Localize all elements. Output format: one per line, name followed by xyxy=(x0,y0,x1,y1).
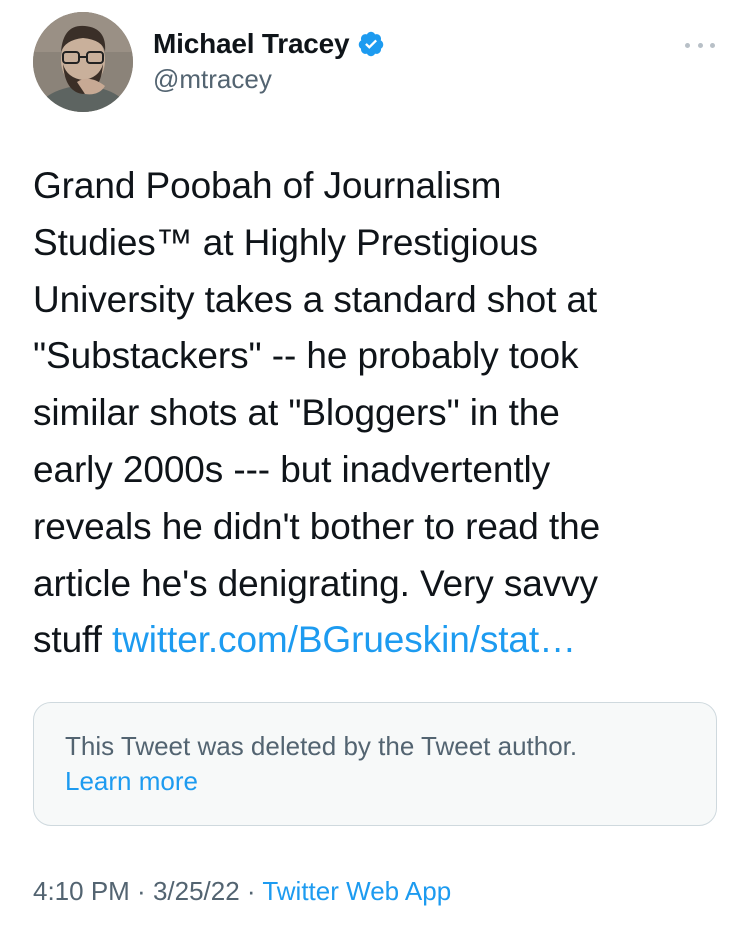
display-name[interactable]: Michael Tracey xyxy=(153,28,350,60)
more-dot xyxy=(685,42,690,48)
deleted-notice: This Tweet was deleted by the Tweet auth… xyxy=(65,729,577,799)
tweet-date[interactable]: 3/25/22 xyxy=(153,876,240,906)
tweet-text-line: "Substackers" -- he probably took xyxy=(33,335,579,377)
meta-separator: · xyxy=(239,876,263,906)
tweet-link[interactable]: twitter.com/BGrueskin/stat… xyxy=(112,619,576,660)
deleted-quote-tweet: This Tweet was deleted by the Tweet auth… xyxy=(33,702,717,826)
tweet-time[interactable]: 4:10 PM xyxy=(33,876,130,906)
avatar-photo xyxy=(33,12,133,112)
tweet-header: Michael Tracey @mtracey xyxy=(33,12,723,112)
author-handle[interactable]: @mtracey xyxy=(153,64,385,95)
verified-badge-icon xyxy=(357,30,385,58)
tweet-metadata: 4:10 PM · 3/25/22 · Twitter Web App xyxy=(33,876,451,907)
tweet-text-prefix: stuff xyxy=(33,619,112,661)
tweet-text-line: Grand Poobah of Journalism xyxy=(33,165,502,206)
tweet: Michael Tracey @mtracey Grand Poobah of … xyxy=(0,0,750,928)
tweet-text-line: article he's denigrating. Very savvy xyxy=(33,562,598,604)
meta-separator: · xyxy=(129,876,153,906)
tweet-text-last-line: stuff twitter.com/BGrueskin/stat… xyxy=(33,612,723,669)
more-dot xyxy=(710,42,715,48)
tweet-text-line: reveals he didn't bother to read the xyxy=(33,505,601,547)
tweet-text-line: early 2000s --- but inadvertently xyxy=(33,448,551,490)
more-dot xyxy=(697,42,703,48)
tweet-source[interactable]: Twitter Web App xyxy=(262,876,451,906)
avatar[interactable] xyxy=(33,12,133,112)
more-options-icon[interactable] xyxy=(685,40,715,50)
display-name-row: Michael Tracey xyxy=(153,26,385,62)
tweet-text: Grand Poobah of Journalism Studies™ at H… xyxy=(33,158,723,669)
deleted-message: This Tweet was deleted by the Tweet auth… xyxy=(65,731,578,761)
tweet-text-line: Studies™ at Highly Prestigious xyxy=(33,221,538,263)
learn-more-link[interactable]: Learn more xyxy=(65,764,577,799)
tweet-text-line: University takes a standard shot at xyxy=(33,278,598,320)
author-names: Michael Tracey @mtracey xyxy=(153,26,385,95)
tweet-text-line: similar shots at "Bloggers" in the xyxy=(33,392,560,434)
